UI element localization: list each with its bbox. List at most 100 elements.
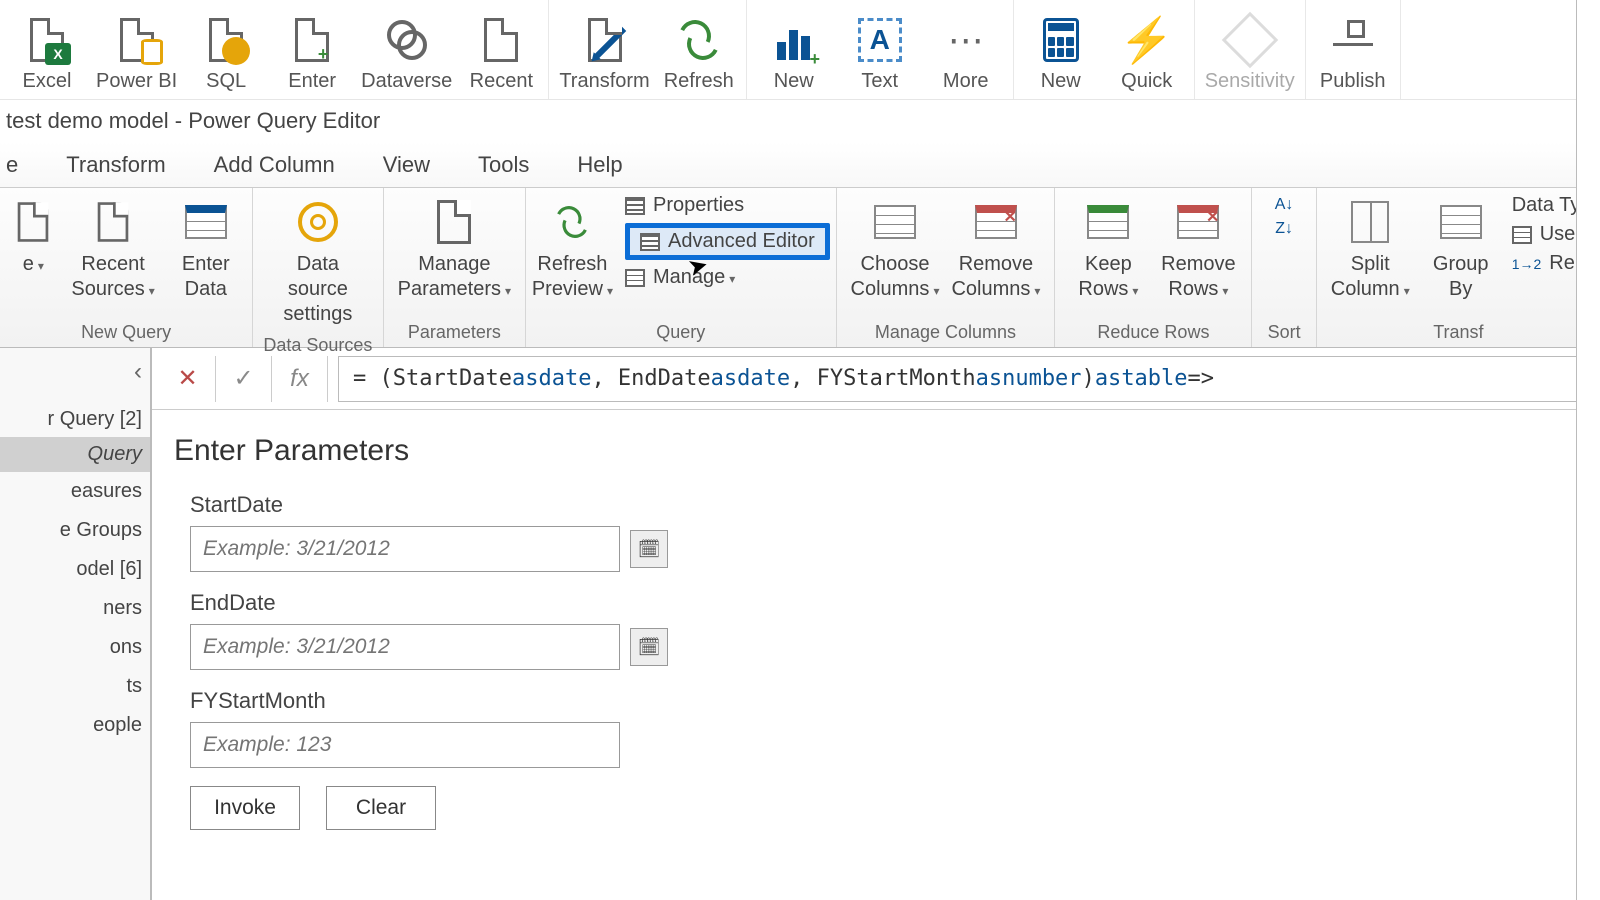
fystartmonth-input[interactable]	[190, 722, 620, 768]
powerbi-label: Power BI	[96, 70, 177, 93]
group-by-icon	[1440, 205, 1482, 239]
text-icon: A	[858, 18, 902, 62]
dataverse-label: Dataverse	[361, 70, 452, 93]
more-visuals-button[interactable]: ⋯ More	[923, 3, 1009, 97]
sidebar-selected-query[interactable]: Query	[0, 437, 150, 472]
refresh-icon	[679, 20, 719, 60]
sensitivity-label: Sensitivity	[1205, 70, 1295, 93]
enddate-input[interactable]	[190, 624, 620, 670]
fx-button[interactable]: fx	[272, 356, 328, 402]
tab-tools[interactable]: Tools	[478, 152, 529, 178]
group-label-new-query: New Query	[81, 318, 171, 345]
gear-icon	[298, 202, 338, 242]
sidebar-item[interactable]: odel [6]	[0, 550, 150, 589]
fystartmonth-label: FYStartMonth	[190, 688, 1578, 714]
publish-button[interactable]: Publish	[1310, 3, 1396, 97]
more-icon: ⋯	[942, 16, 990, 64]
group-label-reduce-rows: Reduce Rows	[1097, 318, 1209, 345]
sidebar-item[interactable]: ners	[0, 589, 150, 628]
parameters-title: Enter Parameters	[174, 434, 1578, 468]
data-source-settings-button[interactable]: Data source settings	[261, 192, 374, 331]
sidebar-item[interactable]: ons	[0, 628, 150, 667]
startdate-label: StartDate	[190, 492, 1578, 518]
group-label-transform: Transf	[1433, 318, 1483, 345]
refresh-icon	[556, 206, 588, 238]
queries-sidebar: ‹ r Query [2] Query easures e Groups ode…	[0, 348, 152, 900]
manage-query-button[interactable]: Manage	[625, 266, 830, 289]
clear-button[interactable]: Clear	[326, 786, 436, 830]
remove-columns-icon	[975, 205, 1017, 239]
invoke-button[interactable]: Invoke	[190, 786, 300, 830]
tab-view[interactable]: View	[383, 152, 430, 178]
new-measure-button[interactable]: New	[1018, 3, 1104, 97]
sql-label: SQL	[206, 70, 246, 93]
recent-sources-button[interactable]: Recent Sources	[65, 192, 160, 306]
transform-button[interactable]: Transform	[553, 3, 655, 97]
startdate-datepicker-button[interactable]: 🗓	[630, 530, 668, 568]
pq-ribbon: e Recent Sources Enter Data New Query Da…	[0, 188, 1600, 348]
publish-icon	[1333, 20, 1373, 60]
advanced-editor-icon	[640, 233, 660, 251]
enter-button[interactable]: + Enter	[269, 3, 355, 97]
collapse-sidebar-button[interactable]: ‹	[134, 358, 142, 386]
replace-values-button[interactable]: 1→2 Rep	[1512, 252, 1586, 275]
formula-input[interactable]: = (StartDate as date , EndDate as date ,…	[338, 356, 1596, 402]
manage-icon	[625, 269, 645, 287]
powerbi-button[interactable]: Power BI	[90, 3, 183, 97]
group-by-button[interactable]: Group By	[1416, 192, 1506, 306]
calculator-icon	[1043, 18, 1079, 62]
text-box-button[interactable]: A Text	[837, 3, 923, 97]
transform-label: Transform	[559, 70, 649, 93]
data-type-button[interactable]: Data Ty	[1512, 194, 1586, 217]
properties-icon	[625, 197, 645, 215]
enddate-datepicker-button[interactable]: 🗓	[630, 628, 668, 666]
refresh-preview-button[interactable]: Refresh Preview	[526, 192, 619, 306]
quick-measure-button[interactable]: ⚡ Quick	[1104, 3, 1190, 97]
properties-button[interactable]: Properties	[625, 194, 830, 217]
refresh-button[interactable]: Refresh	[656, 3, 742, 97]
dataverse-icon	[387, 20, 427, 60]
new-measure-label: New	[1041, 70, 1081, 93]
new-visual-button[interactable]: + New	[751, 3, 837, 97]
remove-columns-button[interactable]: Remove Columns	[945, 192, 1046, 306]
new-visual-label: New	[774, 70, 814, 93]
sidebar-heading: r Query [2]	[0, 348, 150, 437]
new-source-dropdown[interactable]: e	[1, 192, 65, 281]
sidebar-item[interactable]: e Groups	[0, 511, 150, 550]
outer-ribbon: X Excel Power BI SQL + Enter Dataverse R…	[0, 0, 1600, 100]
split-column-button[interactable]: Split Column	[1325, 192, 1416, 306]
tab-add-column[interactable]: Add Column	[214, 152, 335, 178]
lightning-icon: ⚡	[1119, 14, 1174, 66]
remove-rows-icon	[1177, 205, 1219, 239]
excel-button[interactable]: X Excel	[4, 3, 90, 97]
quick-label: Quick	[1121, 70, 1172, 93]
remove-rows-button[interactable]: Remove Rows	[1153, 192, 1243, 306]
sidebar-item[interactable]: eople	[0, 706, 150, 745]
sidebar-item[interactable]: easures	[0, 472, 150, 511]
more-label: More	[943, 70, 989, 93]
choose-columns-button[interactable]: Choose Columns	[845, 192, 946, 306]
startdate-input[interactable]	[190, 526, 620, 572]
enter-data-button[interactable]: Enter Data	[161, 192, 251, 306]
sensitivity-button[interactable]: Sensitivity	[1199, 3, 1301, 97]
keep-rows-icon	[1087, 205, 1129, 239]
sidebar-item[interactable]: ts	[0, 667, 150, 706]
publish-label: Publish	[1320, 70, 1386, 93]
sort-button[interactable]: A↓Z↓	[1259, 192, 1309, 242]
tab-transform[interactable]: Transform	[66, 152, 165, 178]
text-label: Text	[861, 70, 898, 93]
keep-rows-button[interactable]: Keep Rows	[1063, 192, 1153, 306]
manage-parameters-button[interactable]: Manage Parameters	[392, 192, 517, 306]
recent-button[interactable]: Recent	[458, 3, 544, 97]
dataverse-button[interactable]: Dataverse	[355, 3, 458, 97]
formula-cancel-button[interactable]: ✕	[160, 356, 216, 402]
tab-help[interactable]: Help	[577, 152, 622, 178]
group-label-query: Query	[656, 318, 705, 345]
advanced-editor-button[interactable]: Advanced Editor ➤	[625, 223, 830, 260]
use-first-row-button[interactable]: Use	[1512, 223, 1586, 246]
tab-home-partial[interactable]: e	[6, 152, 18, 178]
split-icon	[1351, 201, 1389, 243]
formula-commit-button[interactable]: ✓	[216, 356, 272, 402]
sql-button[interactable]: SQL	[183, 3, 269, 97]
sensitivity-icon	[1221, 12, 1278, 69]
